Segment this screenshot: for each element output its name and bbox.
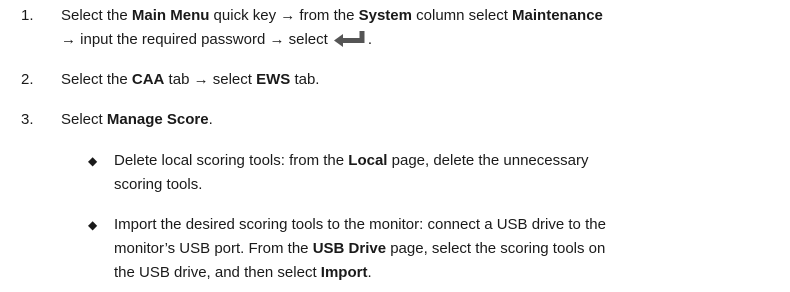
ui-term-import: Import bbox=[320, 264, 368, 281]
ui-term-system: System bbox=[358, 7, 412, 24]
step-text: Select Manage Score. bbox=[61, 111, 213, 128]
bullet-line: monitor’s USB port. From the USB Drive p… bbox=[114, 240, 606, 257]
step-number: 2. bbox=[21, 71, 34, 88]
step-number: 3. bbox=[21, 111, 34, 128]
ui-term-caa: CAA bbox=[131, 71, 165, 88]
diamond-bullet-icon: ◆ bbox=[88, 218, 98, 232]
ui-term-manage-score: Manage Score bbox=[106, 111, 209, 128]
bullet-text: Import the desired scoring tools to the … bbox=[114, 213, 784, 285]
bullet-line: the USB drive, and then select Import. bbox=[114, 264, 372, 281]
ui-term-local: Local bbox=[348, 152, 388, 169]
ui-term-usb-drive: USB Drive bbox=[312, 240, 387, 257]
ui-term-main-menu: Main Menu bbox=[131, 7, 210, 24]
bullet-line: Delete local scoring tools: from the Loc… bbox=[114, 152, 589, 169]
step-text: Select the CAA tab → select EWS tab. bbox=[61, 71, 320, 88]
enter-key-icon bbox=[333, 31, 365, 47]
step-number: 1. bbox=[21, 7, 34, 24]
ui-term-ews: EWS bbox=[256, 71, 291, 88]
step-text: Select the Main Menu quick key → from th… bbox=[61, 4, 786, 52]
diamond-bullet-icon: ◆ bbox=[88, 154, 98, 168]
bullet-line: scoring tools. bbox=[114, 176, 203, 193]
ui-term-maintenance: Maintenance bbox=[512, 7, 603, 24]
step-line: → input the required password → select. bbox=[61, 31, 372, 48]
bullet-text: Delete local scoring tools: from the Loc… bbox=[114, 149, 784, 197]
bullet-line: Import the desired scoring tools to the … bbox=[114, 216, 606, 233]
step-line: Select the Main Menu quick key → from th… bbox=[61, 7, 603, 24]
